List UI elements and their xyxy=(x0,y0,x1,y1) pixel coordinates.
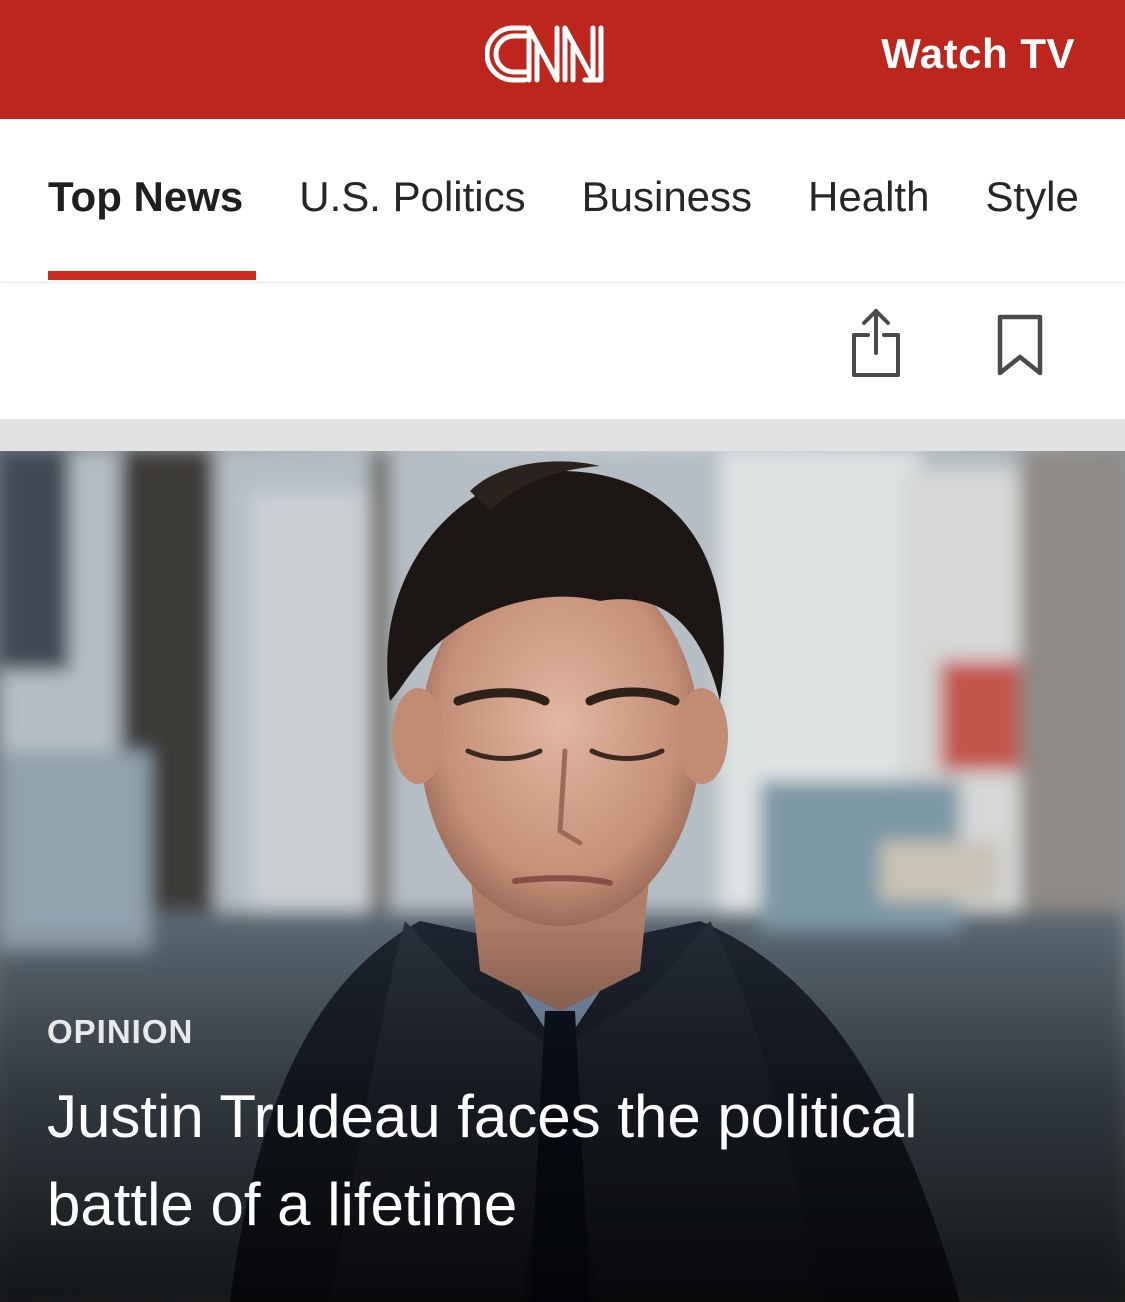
top-header-bar: Watch TV xyxy=(0,0,1125,119)
tab-top-news[interactable]: Top News xyxy=(48,173,243,221)
tab-business[interactable]: Business xyxy=(582,173,752,221)
bookmark-icon[interactable] xyxy=(994,313,1046,377)
separator-strip xyxy=(0,419,1125,451)
article-actions-bar xyxy=(0,281,1125,419)
watch-tv-link[interactable]: Watch TV xyxy=(881,30,1075,78)
section-nav: Top News U.S. Politics Business Health S… xyxy=(0,119,1125,281)
tab-health[interactable]: Health xyxy=(808,173,929,221)
cnn-logo[interactable] xyxy=(485,18,637,90)
share-icon[interactable] xyxy=(848,307,904,379)
active-tab-indicator xyxy=(48,271,256,280)
tab-style[interactable]: Style xyxy=(985,173,1078,221)
story-headline[interactable]: Justin Trudeau faces the political battl… xyxy=(47,1073,1077,1249)
story-kicker: OPINION xyxy=(47,1013,194,1050)
tab-us-politics[interactable]: U.S. Politics xyxy=(299,173,525,221)
hero-story-card[interactable]: OPINION Justin Trudeau faces the politic… xyxy=(0,451,1125,1302)
